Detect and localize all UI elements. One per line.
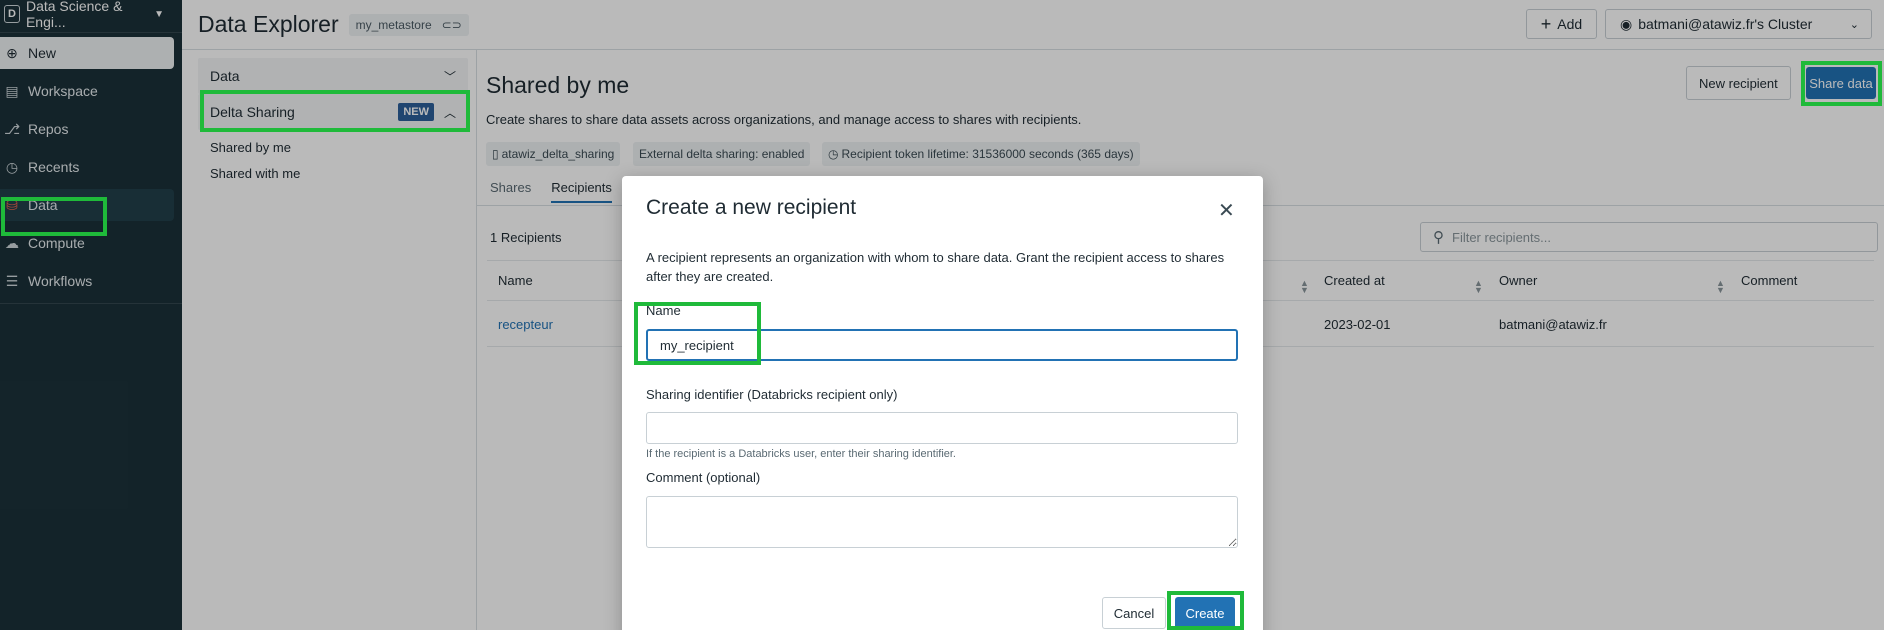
highlight-box xyxy=(1801,61,1882,106)
sharing-identifier-input[interactable] xyxy=(646,412,1238,444)
highlight-box xyxy=(200,90,470,132)
highlight-box xyxy=(1167,591,1244,630)
comment-label: Comment (optional) xyxy=(646,470,761,485)
highlight-box xyxy=(1,197,107,236)
sharing-identifier-hint: If the recipient is a Databricks user, e… xyxy=(646,448,956,460)
close-icon[interactable]: ✕ xyxy=(1218,198,1235,223)
cancel-button[interactable]: Cancel xyxy=(1102,597,1166,629)
create-recipient-dialog: Create a new recipient ✕ A recipient rep… xyxy=(622,176,1263,630)
dialog-title: Create a new recipient xyxy=(646,196,857,219)
sharing-identifier-label: Sharing identifier (Databricks recipient… xyxy=(646,387,898,402)
comment-textarea[interactable] xyxy=(646,496,1238,548)
highlight-box xyxy=(634,302,761,365)
dialog-description: A recipient represents an organization w… xyxy=(646,250,1225,284)
